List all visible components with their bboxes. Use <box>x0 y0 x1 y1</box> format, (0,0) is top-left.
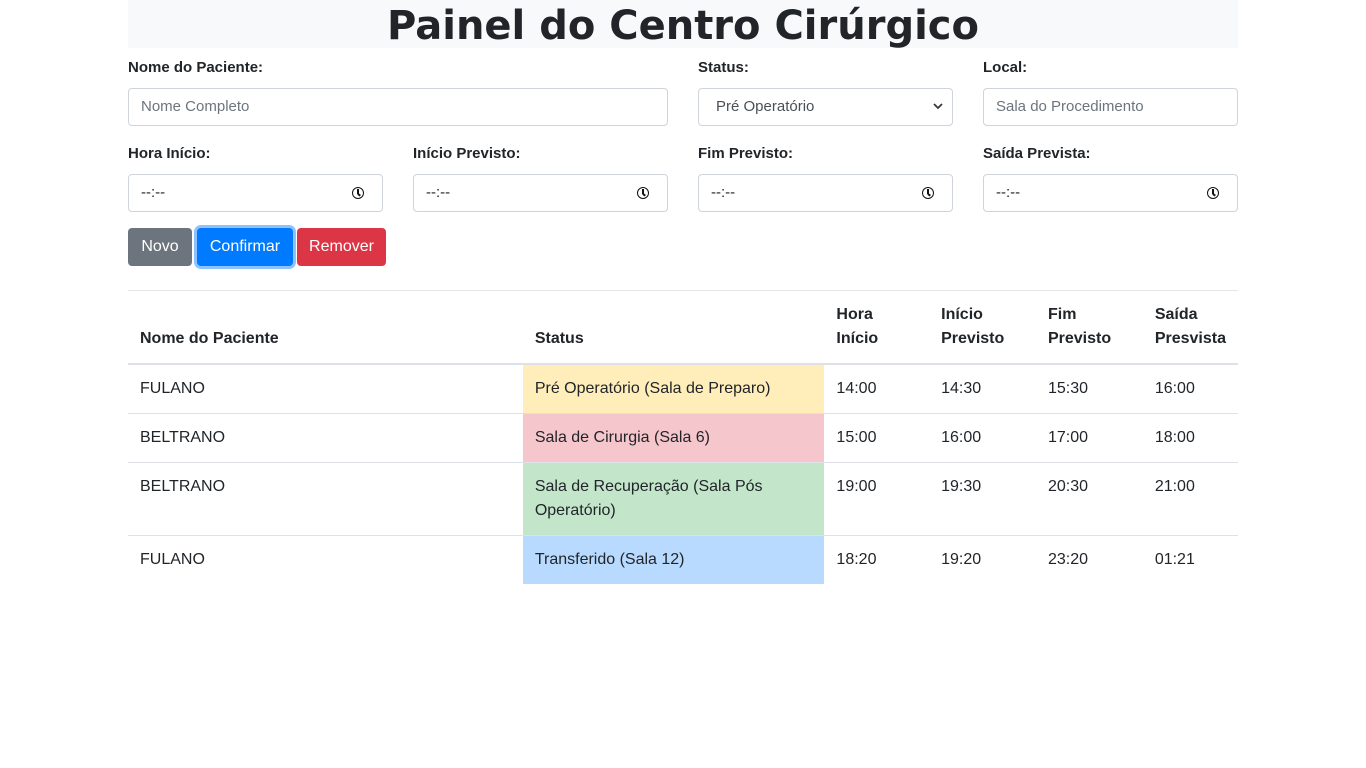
patient-name-label: Nome do Paciente: <box>128 59 264 76</box>
new-button[interactable]: Novo <box>128 228 192 266</box>
cell-start: 19:00 <box>824 462 930 536</box>
expected-start-group: Início Previsto: --:-- <box>413 134 668 212</box>
form-row-1: Nome do Paciente: Nome Completo Status: … <box>128 48 1238 134</box>
cell-status: Sala de Recuperação (Sala Pós Operatório… <box>522 462 825 536</box>
patients-table: Nome do Paciente Status Hora Início Iníc… <box>128 291 1238 584</box>
header-exit: Saída Presvista <box>1142 291 1238 365</box>
cell-expected-start: 14:30 <box>929 363 1036 414</box>
start-time-label: Hora Início: <box>128 145 211 162</box>
status-group: Status: Pré Operatório <box>698 48 953 126</box>
cell-status: Sala de Cirurgia (Sala 6) <box>522 413 825 463</box>
cell-exit: 01:21 <box>1142 535 1238 584</box>
expected-end-group: Fim Previsto: --:-- <box>698 134 953 212</box>
location-label: Local: <box>983 59 1028 76</box>
action-buttons: Novo Confirmar Remover <box>128 228 1238 266</box>
confirm-button[interactable]: Confirmar <box>197 228 293 266</box>
cell-status: Transferido (Sala 12) <box>522 535 825 584</box>
expected-start-label: Início Previsto: <box>413 145 521 162</box>
expected-start-value: --:-- <box>426 184 451 201</box>
clock-icon[interactable] <box>1207 187 1219 199</box>
table-row[interactable]: FULANO Pré Operatório (Sala de Preparo) … <box>128 363 1238 414</box>
clock-icon[interactable] <box>637 187 649 199</box>
header-expected-end: Fim Previsto <box>1035 291 1143 365</box>
table-header-row: Nome do Paciente Status Hora Início Iníc… <box>128 291 1238 365</box>
location-group: Local: Sala do Procedimento <box>983 48 1238 126</box>
status-label: Status: <box>698 59 749 76</box>
table-row[interactable]: BELTRANO Sala de Recuperação (Sala Pós O… <box>128 462 1238 536</box>
location-input[interactable]: Sala do Procedimento <box>983 88 1238 126</box>
cell-expected-end: 23:20 <box>1035 535 1143 584</box>
expected-exit-input[interactable]: --:-- <box>983 174 1238 212</box>
expected-end-value: --:-- <box>711 184 736 201</box>
expected-end-input[interactable]: --:-- <box>698 174 953 212</box>
cell-name: BELTRANO <box>128 413 523 463</box>
cell-exit: 16:00 <box>1142 363 1238 414</box>
cell-start: 15:00 <box>824 413 930 463</box>
header-status: Status <box>522 291 825 365</box>
status-select-value: Pré Operatório <box>716 98 815 115</box>
cell-expected-end: 20:30 <box>1035 462 1143 536</box>
expected-exit-group: Saída Prevista: --:-- <box>983 134 1238 212</box>
cell-exit: 21:00 <box>1142 462 1238 536</box>
cell-status: Pré Operatório (Sala de Preparo) <box>522 363 825 414</box>
cell-name: FULANO <box>128 363 523 414</box>
clock-icon[interactable] <box>352 187 364 199</box>
header-patient-name: Nome do Paciente <box>128 291 523 365</box>
clock-icon[interactable] <box>922 187 934 199</box>
page-title: Painel do Centro Cirúrgico <box>387 3 979 49</box>
start-time-value: --:-- <box>141 184 166 201</box>
panel-container: Painel do Centro Cirúrgico Nome do Pacie… <box>128 0 1238 584</box>
cell-name: BELTRANO <box>128 462 523 536</box>
table-row[interactable]: BELTRANO Sala de Cirurgia (Sala 6) 15:00… <box>128 413 1238 463</box>
cell-expected-end: 17:00 <box>1035 413 1143 463</box>
expected-end-label: Fim Previsto: <box>698 145 794 162</box>
status-select[interactable]: Pré Operatório <box>698 88 953 126</box>
cell-start: 14:00 <box>824 363 930 414</box>
patient-name-group: Nome do Paciente: Nome Completo <box>128 48 668 126</box>
start-time-input[interactable]: --:-- <box>128 174 383 212</box>
chevron-down-icon <box>932 89 944 139</box>
cell-name: FULANO <box>128 535 523 584</box>
start-time-group: Hora Início: --:-- <box>128 134 383 212</box>
expected-exit-label: Saída Prevista: <box>983 145 1091 162</box>
patient-name-input[interactable]: Nome Completo <box>128 88 668 126</box>
header-expected-start: Início Previsto <box>929 291 1036 365</box>
title-bar: Painel do Centro Cirúrgico <box>128 0 1238 49</box>
header-start: Hora Início <box>824 291 930 365</box>
cell-expected-start: 19:20 <box>929 535 1036 584</box>
cell-expected-end: 15:30 <box>1035 363 1143 414</box>
form-row-2: Hora Início: --:-- Início Previsto: --:-… <box>128 134 1238 220</box>
remove-button[interactable]: Remover <box>297 228 386 266</box>
cell-expected-start: 16:00 <box>929 413 1036 463</box>
table-row[interactable]: FULANO Transferido (Sala 12) 18:20 19:20… <box>128 535 1238 584</box>
expected-exit-value: --:-- <box>996 184 1021 201</box>
cell-exit: 18:00 <box>1142 413 1238 463</box>
expected-start-input[interactable]: --:-- <box>413 174 668 212</box>
cell-start: 18:20 <box>824 535 930 584</box>
cell-expected-start: 19:30 <box>929 462 1036 536</box>
